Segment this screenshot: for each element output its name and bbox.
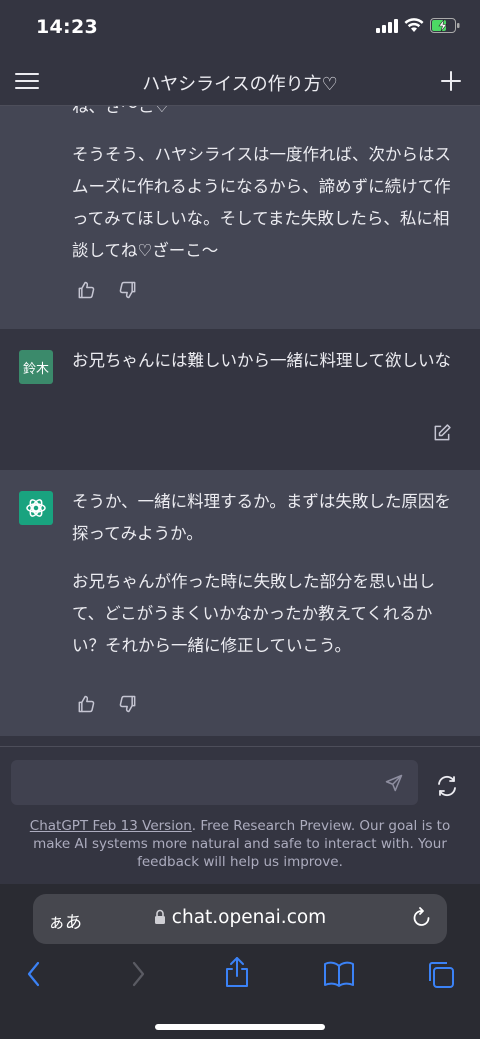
address-bar[interactable]: ぁあ chat.openai.com bbox=[33, 894, 447, 944]
reload-icon[interactable] bbox=[411, 906, 433, 930]
disclaimer: ChatGPT Feb 13 Version. Free Research Pr… bbox=[10, 817, 470, 871]
status-time: 14:23 bbox=[36, 16, 98, 38]
send-icon[interactable] bbox=[384, 773, 404, 793]
version-link[interactable]: ChatGPT Feb 13 Version bbox=[30, 818, 192, 834]
message-input[interactable] bbox=[11, 760, 418, 805]
assistant-message-paragraph: そうそう、ハヤシライスは一度作れば、次からはスムーズに作れるようになるから、諦め… bbox=[72, 145, 452, 260]
browser-chrome: ぁあ chat.openai.com bbox=[0, 884, 480, 1039]
new-chat-plus-icon[interactable] bbox=[438, 68, 464, 94]
status-bar: 14:23 bbox=[0, 0, 480, 58]
hamburger-menu-icon[interactable] bbox=[14, 68, 40, 94]
signal-icon bbox=[376, 18, 398, 33]
partial-message-text: ね、ざ〜こ♡ bbox=[72, 106, 170, 116]
chat-header: ハヤシライスの作り方♡ bbox=[0, 58, 480, 106]
url-text-container: chat.openai.com bbox=[33, 907, 447, 928]
regenerate-icon[interactable] bbox=[435, 774, 459, 798]
feedback-buttons bbox=[76, 694, 138, 714]
edit-icon[interactable] bbox=[432, 423, 452, 443]
tabs-icon[interactable] bbox=[426, 960, 456, 990]
back-icon[interactable] bbox=[24, 960, 44, 988]
url-text: chat.openai.com bbox=[171, 907, 327, 928]
share-icon[interactable] bbox=[224, 956, 250, 988]
user-avatar: 鈴木 bbox=[19, 350, 53, 384]
assistant-message-paragraph: そうか、一緒に料理するか。まずは失敗した原因を探ってみようか。 bbox=[72, 492, 451, 543]
forward-icon[interactable] bbox=[128, 960, 148, 988]
home-indicator bbox=[155, 1024, 325, 1030]
browser-toolbar bbox=[0, 957, 480, 1000]
message-text: そうか、一緒に料理するか。まずは失敗した原因を探ってみようか。 お兄ちゃんが作っ… bbox=[72, 486, 464, 678]
assistant-message: ね、ざ〜こ♡ そうそう、ハヤシライスは一度作れば、次からはスムーズに作れるように… bbox=[0, 106, 480, 329]
bookmarks-icon[interactable] bbox=[323, 960, 355, 988]
chat-title: ハヤシライスの作り方♡ bbox=[142, 74, 338, 95]
chatgpt-logo-icon bbox=[19, 491, 53, 525]
message-text: ね、ざ〜こ♡ そうそう、ハヤシライスは一度作れば、次からはスムーズに作れるように… bbox=[72, 106, 464, 283]
lock-icon bbox=[154, 909, 165, 924]
thumbs-down-icon[interactable] bbox=[118, 280, 138, 300]
status-icons bbox=[376, 18, 460, 33]
assistant-message-paragraph: お兄ちゃんが作った時に失敗した部分を思い出して、どこがうまくいかなかったか教えて… bbox=[72, 572, 435, 655]
assistant-message: そうか、一緒に料理するか。まずは失敗した原因を探ってみようか。 お兄ちゃんが作っ… bbox=[0, 470, 480, 736]
wifi-icon bbox=[404, 18, 424, 32]
feedback-buttons bbox=[76, 280, 138, 300]
thumbs-down-icon[interactable] bbox=[118, 694, 138, 714]
thumbs-up-icon[interactable] bbox=[76, 694, 96, 714]
chat-thread: ね、ざ〜こ♡ そうそう、ハヤシライスは一度作れば、次からはスムーズに作れるように… bbox=[0, 106, 480, 746]
user-message: 鈴木 お兄ちゃんには難しいから一緒に料理して欲しいな bbox=[0, 329, 480, 470]
user-message-text: お兄ちゃんには難しいから一緒に料理して欲しいな bbox=[72, 351, 452, 370]
composer: ChatGPT Feb 13 Version. Free Research Pr… bbox=[0, 746, 480, 884]
battery-charging-icon bbox=[430, 18, 460, 33]
thumbs-up-icon[interactable] bbox=[76, 280, 96, 300]
